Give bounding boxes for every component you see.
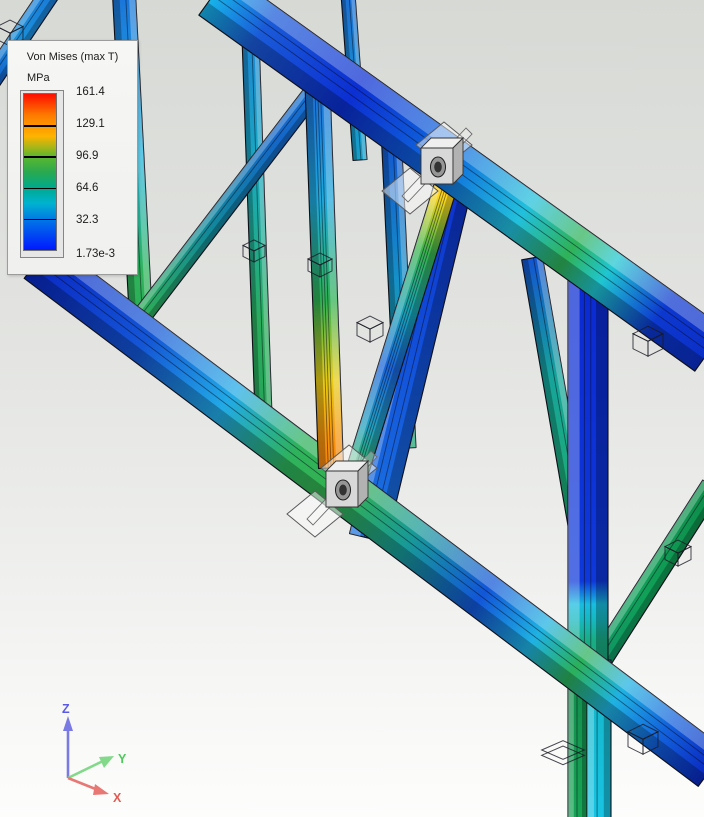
z-axis: Z bbox=[62, 702, 73, 778]
legend-tick-labels: 161.4 129.1 96.9 64.6 32.3 1.73e-3 bbox=[76, 92, 146, 252]
legend-tick: 64.6 bbox=[76, 182, 98, 194]
legend-title: Von Mises (max T) bbox=[8, 51, 137, 63]
colorbar-tick bbox=[24, 156, 56, 158]
beam-top-chord bbox=[199, 0, 704, 371]
legend-unit: MPa bbox=[27, 72, 137, 84]
stress-legend: Von Mises (max T) MPa 161.4 129.1 96.9 6… bbox=[7, 40, 138, 275]
legend-colorbar-frame bbox=[20, 90, 64, 258]
y-axis-label: Y bbox=[118, 752, 127, 766]
colorbar-tick bbox=[24, 188, 56, 190]
orientation-triad[interactable]: Z Y X bbox=[40, 695, 150, 810]
y-axis: Y bbox=[68, 752, 127, 778]
legend-tick: 129.1 bbox=[76, 118, 105, 130]
colorbar-tick bbox=[24, 219, 56, 221]
legend-tick: 96.9 bbox=[76, 150, 98, 162]
beam-column-upper bbox=[568, 280, 608, 666]
x-axis-label: X bbox=[113, 791, 122, 805]
x-axis: X bbox=[68, 778, 122, 805]
legend-tick: 32.3 bbox=[76, 214, 98, 226]
legend-tick-max: 161.4 bbox=[76, 86, 105, 98]
z-axis-label: Z bbox=[62, 702, 70, 716]
beam-post-mid-high-stress bbox=[305, 70, 344, 469]
legend-colorbar bbox=[23, 93, 57, 251]
element-marker bbox=[357, 316, 383, 342]
colorbar-tick bbox=[24, 125, 56, 127]
legend-tick-min: 1.73e-3 bbox=[76, 248, 115, 260]
3d-viewport[interactable]: Von Mises (max T) MPa 161.4 129.1 96.9 6… bbox=[0, 0, 704, 817]
